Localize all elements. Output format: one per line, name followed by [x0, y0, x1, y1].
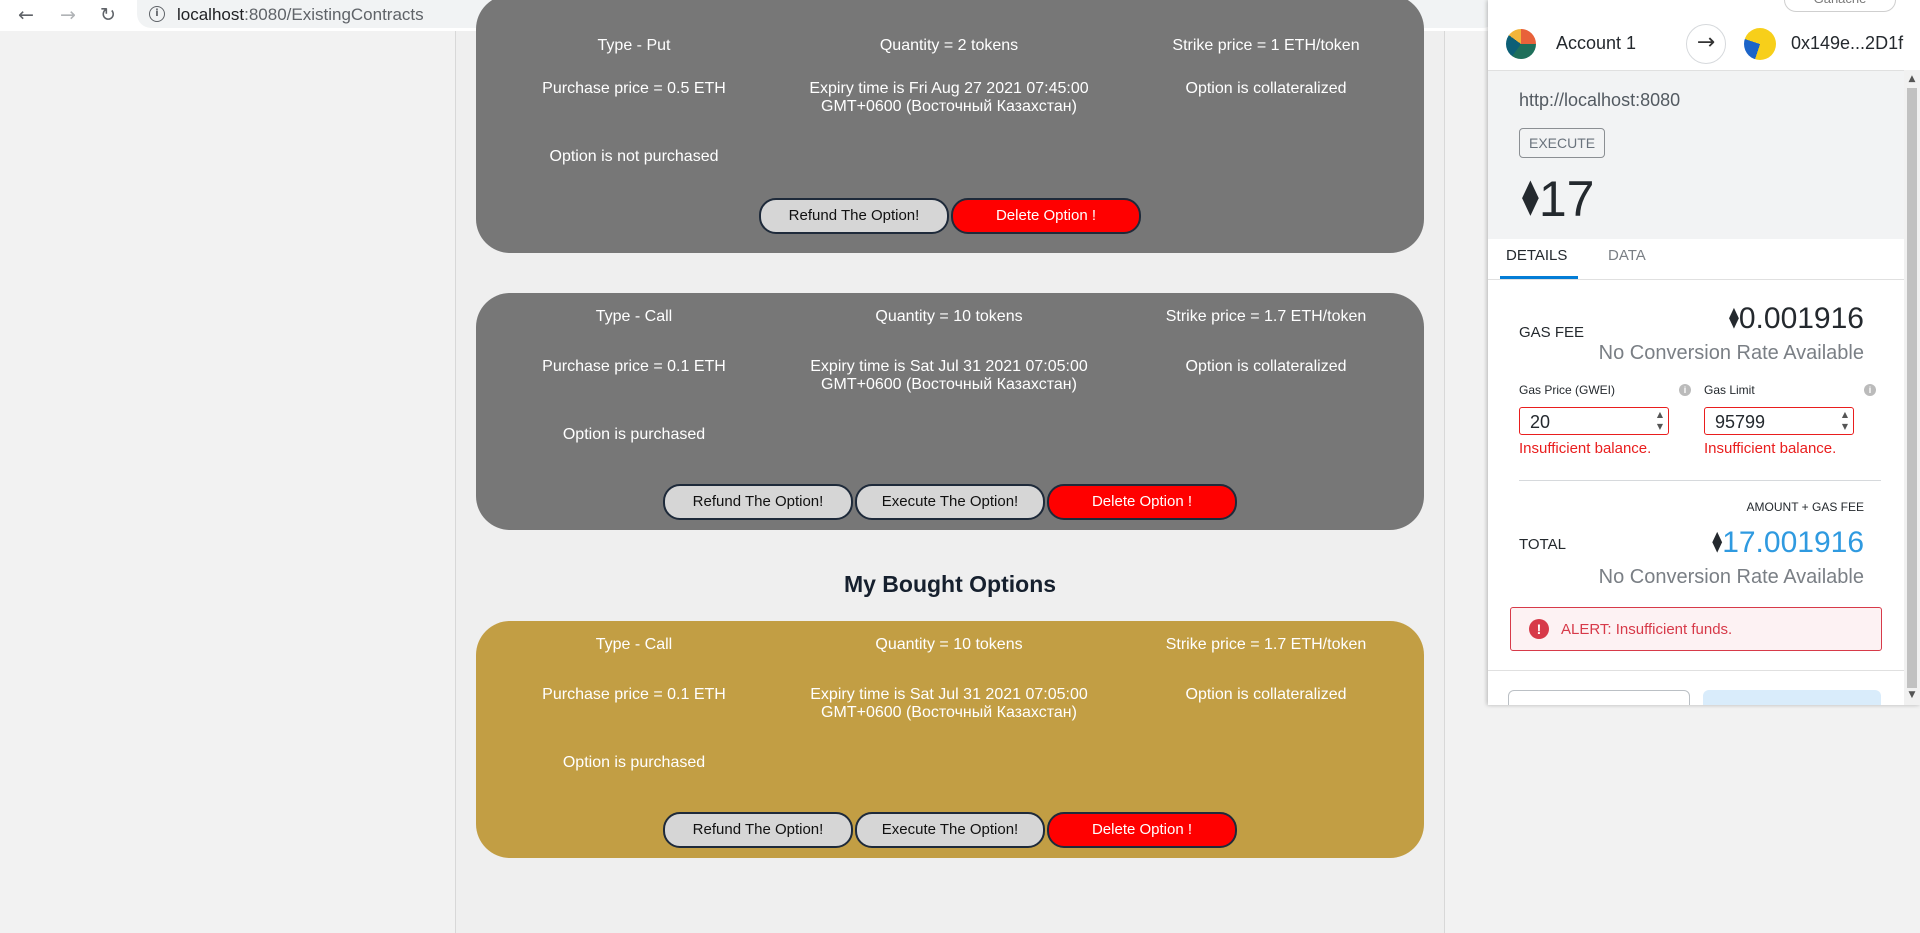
gas-fee-conversion: No Conversion Rate Available	[1598, 342, 1864, 364]
insufficient-funds-alert: ! ALERT: Insufficient funds.	[1510, 607, 1882, 651]
execute-option-button[interactable]: Execute The Option!	[855, 812, 1045, 848]
sender-account-name[interactable]: Account 1	[1556, 33, 1636, 54]
account-avatar-icon	[1506, 29, 1536, 59]
option-purchase-price: Purchase price = 0.5 ETH	[542, 80, 726, 97]
execute-option-button[interactable]: Execute The Option!	[855, 484, 1045, 520]
option-expiry: Expiry time is Sat Jul 31 2021 07:05:00 …	[810, 358, 1088, 393]
option-purchase-price: Purchase price = 0.1 ETH	[542, 686, 726, 703]
gas-fee-value: ⧫0.001916	[1728, 302, 1864, 335]
option-expiry: Expiry time is Sat Jul 31 2021 07:05:00 …	[810, 686, 1088, 721]
gas-price-label: Gas Price (GWEI)	[1519, 383, 1616, 397]
alert-icon: !	[1529, 619, 1549, 639]
option-collateral-status: Option is collateralized	[1185, 686, 1347, 703]
metamask-popup: Ganache Account 1 → 0x149e...2D1f http:/…	[1488, 0, 1920, 705]
refund-option-button[interactable]: Refund The Option!	[663, 812, 853, 848]
option-purchase-status: Option is not purchased	[549, 148, 719, 165]
option-purchase-price: Purchase price = 0.1 ETH	[542, 358, 726, 375]
info-icon[interactable]: i	[1864, 384, 1876, 396]
total-value: ⧫17.001916	[1712, 526, 1864, 559]
metamask-header: Ganache Account 1 → 0x149e...2D1f	[1488, 0, 1920, 71]
confirm-button[interactable]	[1703, 690, 1881, 705]
option-collateral-status: Option is collateralized	[1185, 80, 1347, 97]
tab-data[interactable]: DATA	[1608, 247, 1646, 264]
method-badge: EXECUTE	[1519, 128, 1606, 158]
delete-option-button[interactable]: Delete Option !	[1047, 812, 1237, 848]
option-actions: Refund The Option! Delete Option !	[476, 198, 1424, 234]
scroll-down-icon[interactable]: ▼	[1904, 688, 1920, 702]
delete-option-button[interactable]: Delete Option !	[1047, 484, 1237, 520]
origin-url: http://localhost:8080	[1519, 90, 1681, 110]
gas-fee-label: GAS FEE	[1519, 324, 1585, 341]
recipient-avatar-icon	[1744, 28, 1776, 60]
option-purchase-status: Option is purchased	[562, 426, 706, 443]
stepper-icon[interactable]: ▲ ▼	[1654, 409, 1666, 433]
footer-divider	[1488, 670, 1904, 671]
option-type: Type - Put	[597, 37, 671, 54]
option-card: Type - Put Quantity = 2 tokens Strike pr…	[476, 0, 1424, 253]
option-type: Type - Call	[595, 308, 673, 325]
site-info-icon[interactable]: i	[149, 6, 165, 22]
back-arrow-icon[interactable]: ←	[13, 2, 39, 28]
scroll-up-icon[interactable]: ▲	[1904, 72, 1920, 86]
delete-option-button[interactable]: Delete Option !	[951, 198, 1141, 234]
existing-contracts-page: Type - Put Quantity = 2 tokens Strike pr…	[455, 0, 1445, 933]
option-type: Type - Call	[595, 636, 673, 653]
stepper-icon[interactable]: ▲ ▼	[1839, 409, 1851, 433]
option-actions: Refund The Option! Execute The Option! D…	[476, 812, 1424, 848]
option-strike-price: Strike price = 1.7 ETH/token	[1165, 636, 1367, 653]
option-card: Type - Call Quantity = 10 tokens Strike …	[476, 293, 1424, 530]
option-actions: Refund The Option! Execute The Option! D…	[476, 484, 1424, 520]
alert-text: ALERT: Insufficient funds.	[1561, 621, 1733, 638]
ethereum-icon: ⧫	[1728, 305, 1739, 329]
total-label: TOTAL	[1519, 536, 1566, 553]
recipient-address[interactable]: 0x149e...2D1f	[1791, 33, 1903, 54]
option-expiry: Expiry time is Fri Aug 27 2021 07:45:00 …	[809, 80, 1089, 115]
refund-option-button[interactable]: Refund The Option!	[759, 198, 949, 234]
option-strike-price: Strike price = 1 ETH/token	[1172, 37, 1360, 54]
total-conversion: No Conversion Rate Available	[1598, 566, 1864, 588]
amount-gas-fee-label: AMOUNT + GAS FEE	[1746, 500, 1864, 514]
option-strike-price: Strike price = 1.7 ETH/token	[1165, 308, 1367, 325]
option-quantity: Quantity = 2 tokens	[879, 37, 1019, 54]
details-tabs: DETAILS DATA	[1488, 239, 1904, 280]
gas-limit-input[interactable]: 95799 ▲ ▼	[1704, 407, 1854, 435]
gas-limit-error: Insufficient balance.	[1704, 440, 1837, 457]
info-icon[interactable]: i	[1679, 384, 1691, 396]
forward-arrow-icon[interactable]: →	[55, 2, 81, 28]
active-tab-indicator	[1500, 276, 1578, 279]
tab-details[interactable]: DETAILS	[1506, 247, 1567, 264]
gas-limit-label: Gas Limit	[1704, 383, 1755, 397]
divider	[1519, 480, 1881, 481]
option-purchase-status: Option is purchased	[562, 754, 706, 771]
url-text[interactable]: localhost:8080/ExistingContracts	[177, 5, 424, 25]
option-quantity: Quantity = 10 tokens	[875, 308, 1023, 325]
reload-icon[interactable]: ↻	[95, 2, 121, 28]
ethereum-icon: ⧫	[1712, 529, 1723, 553]
arrow-right-icon: →	[1686, 24, 1726, 64]
refund-option-button[interactable]: Refund The Option!	[663, 484, 853, 520]
scrollbar-thumb[interactable]	[1907, 88, 1917, 688]
ethereum-icon: ⧫	[1522, 177, 1539, 217]
gas-price-input[interactable]: 20 ▲ ▼	[1519, 407, 1669, 435]
reject-button[interactable]	[1508, 690, 1690, 705]
transaction-amount: ⧫17	[1522, 171, 1595, 227]
gas-price-error: Insufficient balance.	[1519, 440, 1652, 457]
network-selector[interactable]: Ganache	[1784, 0, 1896, 12]
option-quantity: Quantity = 10 tokens	[875, 636, 1023, 653]
option-collateral-status: Option is collateralized	[1185, 358, 1347, 375]
bought-option-card: Type - Call Quantity = 10 tokens Strike …	[476, 621, 1424, 858]
bought-options-heading: My Bought Options	[843, 571, 1057, 597]
